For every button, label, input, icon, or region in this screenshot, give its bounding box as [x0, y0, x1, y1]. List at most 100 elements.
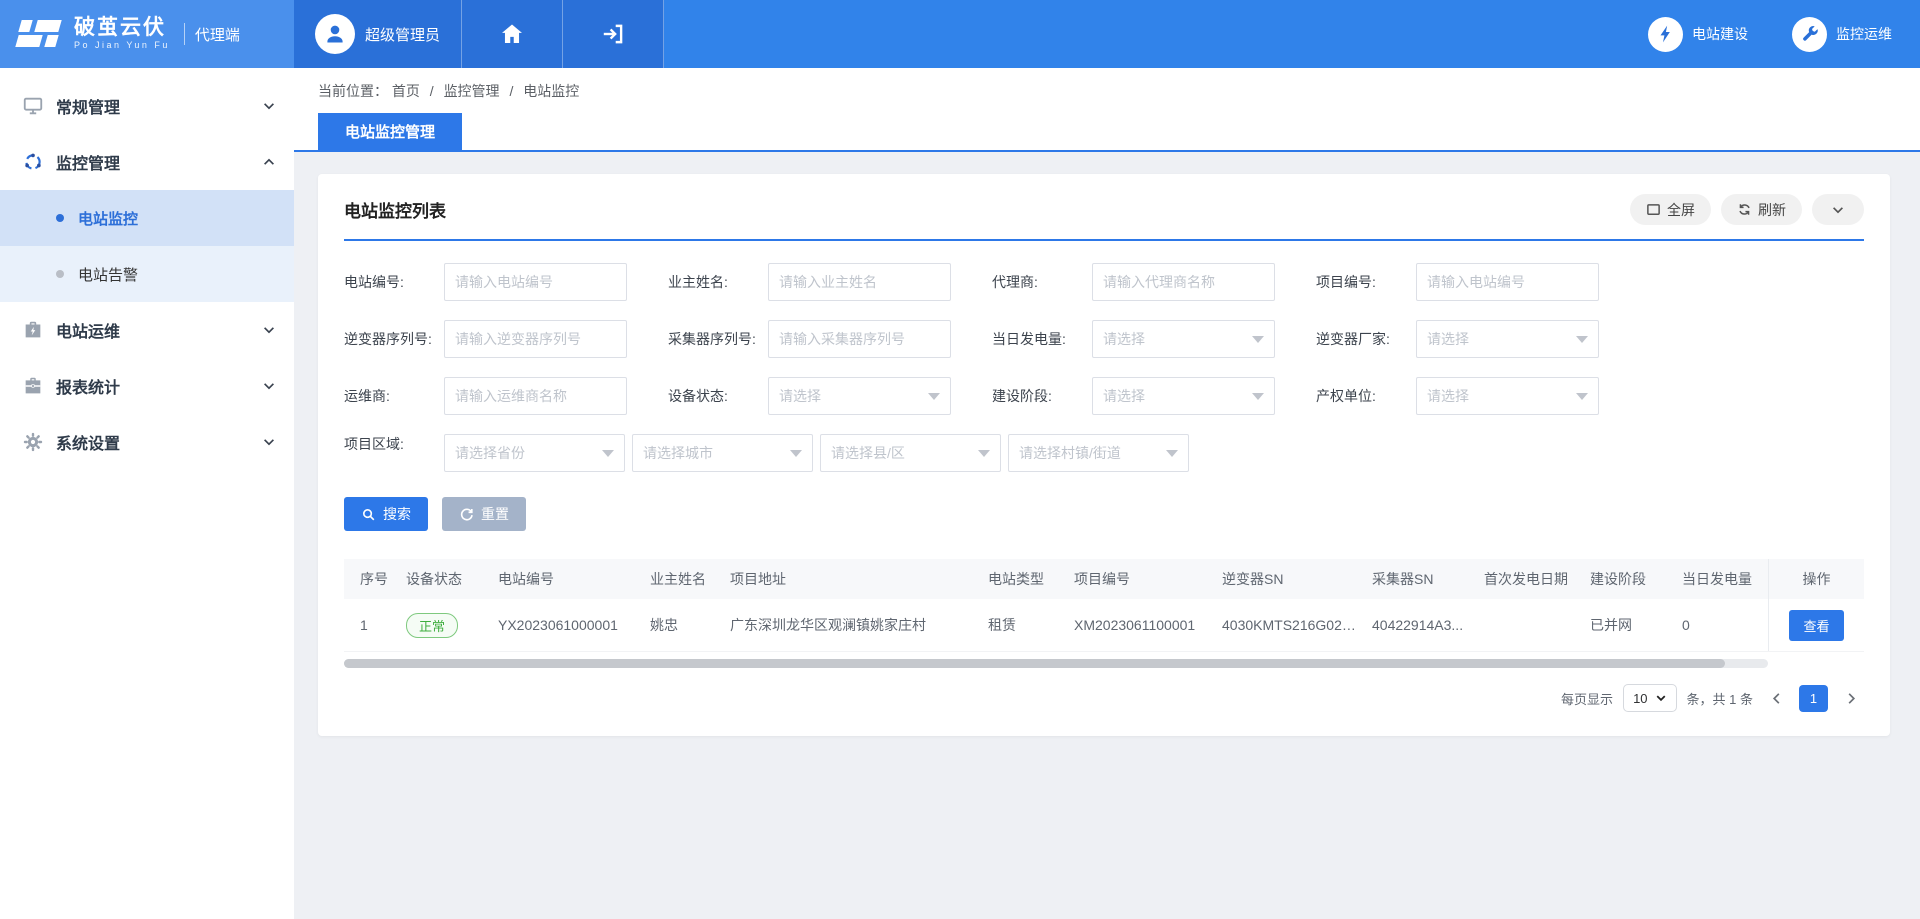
user-name: 超级管理员 — [365, 24, 440, 45]
ops-vendor-label: 运维商: — [344, 386, 444, 406]
nav-monitor-ops-label: 监控运维 — [1836, 24, 1892, 44]
property-unit-select[interactable]: 请选择 — [1416, 377, 1599, 415]
region-label: 项目区域: — [344, 434, 444, 472]
owner-name-label: 业主姓名: — [668, 272, 768, 292]
build-stage-select[interactable]: 请选择 — [1092, 377, 1275, 415]
device-status-placeholder: 请选择 — [779, 386, 821, 406]
row-type: 租赁 — [974, 615, 1060, 635]
page-number-1[interactable]: 1 — [1799, 685, 1828, 712]
logo[interactable]: 破茧云伏 Po Jian Yun Fu 代理端 — [0, 0, 294, 68]
owner-name-input[interactable] — [768, 263, 951, 301]
sidebar-item-general[interactable]: 常规管理 — [0, 78, 294, 134]
page-size-value: 10 — [1633, 691, 1647, 706]
refresh-label: 刷新 — [1758, 200, 1786, 220]
logo-subtitle: Po Jian Yun Fu — [74, 41, 170, 50]
bullet-icon — [56, 214, 64, 222]
field-daily-gen: 当日发电量: 请选择 — [992, 320, 1316, 358]
station-monitor-panel: 电站监控列表 全屏 刷新 — [318, 174, 1890, 736]
sidebar-item-station-alarm[interactable]: 电站告警 — [0, 246, 294, 302]
chevron-up-icon — [262, 155, 276, 169]
agent-input[interactable] — [1092, 263, 1275, 301]
inverter-vendor-label: 逆变器厂家: — [1316, 329, 1416, 349]
fullscreen-button[interactable]: 全屏 — [1630, 194, 1711, 225]
field-station-no: 电站编号: — [344, 263, 668, 301]
caret-down-icon — [790, 450, 802, 457]
nav-monitor-ops[interactable]: 监控运维 — [1792, 17, 1892, 52]
horizontal-scrollbar-thumb[interactable] — [344, 659, 1725, 668]
collector-sn-label: 采集器序列号: — [668, 329, 768, 349]
build-stage-placeholder: 请选择 — [1103, 386, 1145, 406]
row-owner: 姚忠 — [636, 615, 716, 635]
device-status-select[interactable]: 请选择 — [768, 377, 951, 415]
col-type: 电站类型 — [974, 569, 1060, 589]
breadcrumb-prefix: 当前位置： — [318, 83, 388, 99]
breadcrumb-level1: 监控管理 — [444, 83, 500, 99]
tab-station-monitor-mgmt[interactable]: 电站监控管理 — [318, 113, 462, 150]
col-actions: 操作 — [1768, 559, 1864, 599]
field-device-status: 设备状态: 请选择 — [668, 377, 992, 415]
reset-icon — [459, 507, 474, 522]
user-icon — [323, 22, 347, 46]
collector-sn-input[interactable] — [768, 320, 951, 358]
breadcrumb-home-link[interactable]: 首页 — [392, 83, 420, 99]
nav-station-build[interactable]: 电站建设 — [1648, 17, 1748, 52]
logout-button[interactable] — [563, 0, 664, 68]
table-header: 序号 设备状态 电站编号 业主姓名 项目地址 电站类型 项目编号 逆变器SN 采… — [344, 559, 1864, 599]
gear-icon — [22, 431, 44, 453]
breadcrumb: 当前位置： 首页 / 监控管理 / 电站监控 — [318, 81, 1908, 101]
view-button[interactable]: 查看 — [1789, 610, 1843, 641]
ops-vendor-input[interactable] — [444, 377, 627, 415]
county-select[interactable]: 请选择县/区 — [820, 434, 1001, 472]
build-stage-label: 建设阶段: — [992, 386, 1092, 406]
field-inverter-sn: 逆变器序列号: — [344, 320, 668, 358]
row-actions: 查看 — [1768, 599, 1864, 651]
horizontal-scrollbar-track — [344, 659, 1768, 668]
inverter-vendor-select[interactable]: 请选择 — [1416, 320, 1599, 358]
logout-icon — [600, 21, 626, 47]
chevron-down-icon — [262, 379, 276, 393]
next-page-button[interactable] — [1838, 685, 1864, 711]
row-index: 1 — [344, 617, 392, 633]
reset-label: 重置 — [481, 504, 509, 524]
sidebar-item-system-settings[interactable]: 系统设置 — [0, 414, 294, 470]
sidebar-item-label: 监控管理 — [56, 150, 262, 174]
city-select[interactable]: 请选择城市 — [632, 434, 813, 472]
sidebar-item-station-monitor[interactable]: 电站监控 — [0, 190, 294, 246]
user-menu[interactable]: 超级管理员 — [294, 0, 462, 68]
sidebar-item-label: 常规管理 — [56, 94, 262, 118]
caret-down-icon — [1166, 450, 1178, 457]
station-no-input[interactable] — [444, 263, 627, 301]
chevron-down-icon — [1655, 692, 1667, 704]
page-size-select[interactable]: 10 — [1623, 684, 1676, 712]
prev-page-button[interactable] — [1763, 685, 1789, 711]
project-no-input[interactable] — [1416, 263, 1599, 301]
refresh-button[interactable]: 刷新 — [1721, 194, 1802, 225]
col-index: 序号 — [344, 569, 392, 589]
caret-down-icon — [602, 450, 614, 457]
daily-gen-select[interactable]: 请选择 — [1092, 320, 1275, 358]
row-address: 广东深圳龙华区观澜镇姚家庄村 — [716, 615, 974, 635]
col-device-status: 设备状态 — [392, 569, 484, 589]
home-button[interactable] — [462, 0, 563, 68]
town-select[interactable]: 请选择村镇/街道 — [1008, 434, 1189, 472]
collapse-button[interactable] — [1812, 194, 1864, 225]
avatar — [315, 14, 355, 54]
town-placeholder: 请选择村镇/街道 — [1019, 443, 1121, 463]
sidebar-item-station-ops[interactable]: 电站运维 — [0, 302, 294, 358]
status-badge: 正常 — [406, 613, 458, 638]
field-build-stage: 建设阶段: 请选择 — [992, 377, 1316, 415]
province-select[interactable]: 请选择省份 — [444, 434, 625, 472]
caret-down-icon — [978, 450, 990, 457]
search-button[interactable]: 搜索 — [344, 497, 428, 531]
reset-button[interactable]: 重置 — [442, 497, 526, 531]
panel-toolbar: 全屏 刷新 — [1630, 194, 1864, 225]
station-table: 序号 设备状态 电站编号 业主姓名 项目地址 电站类型 项目编号 逆变器SN 采… — [344, 559, 1864, 668]
lightning-icon — [1648, 17, 1683, 52]
inverter-sn-input[interactable] — [444, 320, 627, 358]
sidebar-item-report-stats[interactable]: 报表统计 — [0, 358, 294, 414]
refresh-icon — [1737, 202, 1752, 217]
station-no-label: 电站编号: — [344, 272, 444, 292]
topbar-right-nav: 电站建设 监控运维 — [1648, 0, 1920, 68]
sidebar-item-monitor[interactable]: 监控管理 — [0, 134, 294, 190]
top-header: 破茧云伏 Po Jian Yun Fu 代理端 超级管理员 电站建设 — [0, 0, 1920, 68]
